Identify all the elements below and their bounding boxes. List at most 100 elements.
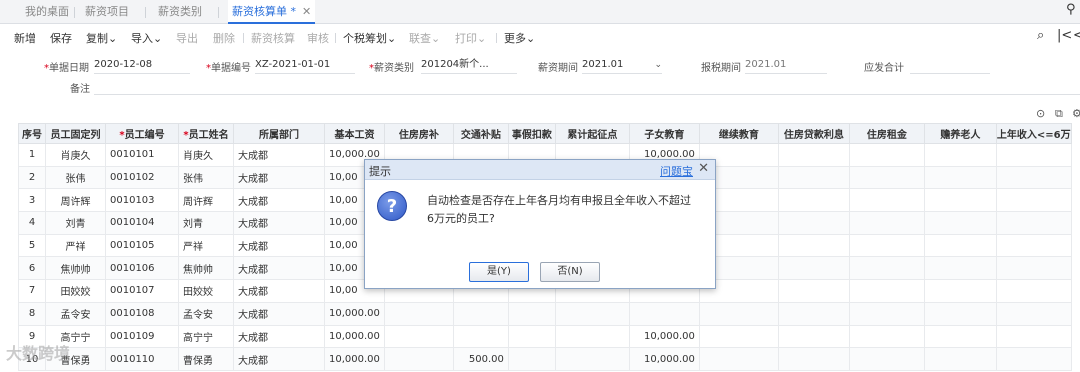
total-field[interactable] [910, 58, 990, 74]
cell-dept[interactable]: 大成都 [233, 301, 325, 326]
cell-traffic[interactable]: 500.00 [452, 347, 509, 371]
cell-empty[interactable] [383, 301, 454, 326]
cell-seq[interactable]: 1 [18, 143, 46, 167]
cell-empty[interactable] [383, 347, 454, 371]
cell-empty[interactable] [698, 324, 779, 349]
cell-salary[interactable]: 10,000.00 [324, 324, 385, 349]
cell-empty[interactable] [995, 165, 1072, 190]
table-row[interactable]: 10 曹保勇 0010110 曹保勇 大成都 10,000.00 500.00 10,000.… [18, 347, 1072, 371]
cell-seq[interactable]: 2 [18, 165, 46, 190]
cell-empty[interactable] [848, 233, 925, 258]
save-button[interactable]: 保存 [50, 30, 72, 46]
cell-empty[interactable] [777, 347, 850, 371]
table-row[interactable]: 8 孟令安 0010108 孟令安 大成都 10,000.00 [18, 301, 1072, 326]
search-icon[interactable]: ⚲ [1066, 2, 1080, 22]
cell-empty[interactable] [848, 324, 925, 349]
cell-empty[interactable] [995, 188, 1072, 213]
cell-dept[interactable]: 大成都 [233, 188, 325, 213]
cell-empty[interactable] [777, 279, 850, 303]
number-field[interactable]: XZ-2021-01-01 [255, 58, 355, 74]
col-dept[interactable]: 所属部门 [233, 123, 325, 144]
cell-empty[interactable] [923, 324, 997, 349]
cell-empty[interactable] [507, 347, 556, 371]
cell-empty[interactable] [923, 233, 997, 258]
cell-empty[interactable] [995, 324, 1072, 349]
copy-icon[interactable]: ⧉ [1055, 107, 1063, 121]
tab-salary-calc[interactable]: 薪资核算单 * ✕ [228, 0, 316, 24]
cell-empty[interactable] [777, 165, 850, 190]
locate-icon[interactable]: ⌕ [1037, 28, 1044, 43]
cell-empty[interactable] [995, 279, 1072, 303]
cell-empty[interactable] [777, 256, 850, 281]
col-seq[interactable]: 序号 [18, 123, 46, 144]
import-button[interactable]: 导入⌄ [131, 30, 162, 46]
no-button[interactable]: 否(N) [540, 262, 600, 282]
cell-seq[interactable]: 7 [18, 279, 46, 303]
prev-page-icon[interactable]: < [1073, 28, 1080, 43]
cell-empty[interactable] [777, 143, 850, 167]
tab-salary-items[interactable]: 薪资项目 [85, 0, 129, 24]
category-field[interactable]: 201204新个... [421, 58, 517, 74]
cell-traffic[interactable] [452, 324, 509, 349]
col-name[interactable]: *员工姓名 [178, 123, 234, 144]
cell-empty[interactable] [848, 211, 925, 235]
cell-empty[interactable] [995, 256, 1072, 281]
cell-fixed[interactable]: 肖庚久 [45, 143, 106, 167]
cell-traffic[interactable] [452, 301, 509, 326]
col-last-income[interactable]: 上年收入<=6万 [995, 123, 1072, 144]
cell-code[interactable]: 0010109 [105, 324, 179, 349]
cell-empty[interactable] [777, 233, 850, 258]
col-child-edu[interactable]: 子女教育 [628, 123, 700, 144]
cell-name[interactable]: 刘青 [178, 211, 234, 235]
cell-seq[interactable]: 3 [18, 188, 46, 213]
cell-fixed[interactable]: 张伟 [45, 165, 106, 190]
close-icon[interactable]: ✕ [698, 161, 709, 176]
cell-empty[interactable] [848, 143, 925, 167]
cell-seq[interactable]: 6 [18, 256, 46, 281]
cell-name[interactable]: 焦帅帅 [178, 256, 234, 281]
period-select[interactable]: 2021.01 ⌄ [582, 58, 662, 74]
yes-button[interactable]: 是(Y) [469, 262, 529, 282]
cell-salary[interactable]: 10,000.00 [324, 347, 385, 371]
cell-code[interactable]: 0010101 [105, 143, 179, 167]
export-button[interactable]: 导出 [176, 30, 198, 46]
cell-empty[interactable] [507, 324, 556, 349]
cell-code[interactable]: 0010106 [105, 256, 179, 281]
col-salary[interactable]: 基本工资 [324, 123, 385, 144]
tab-desktop[interactable]: 我的桌面 [25, 0, 69, 24]
cell-empty[interactable] [507, 301, 556, 326]
cell-empty[interactable] [777, 188, 850, 213]
cell-name[interactable]: 孟令安 [178, 301, 234, 326]
col-cont-edu[interactable]: 继续教育 [698, 123, 779, 144]
copy-button[interactable]: 复制⌄ [86, 30, 117, 46]
cell-child[interactable] [628, 301, 700, 326]
cell-fixed[interactable]: 焦帅帅 [45, 256, 106, 281]
cell-empty[interactable] [923, 188, 997, 213]
print-button[interactable]: 打印⌄ [455, 30, 486, 46]
date-field[interactable]: 2020-12-08 [94, 58, 190, 74]
cell-code[interactable]: 0010104 [105, 211, 179, 235]
cell-empty[interactable] [848, 256, 925, 281]
cell-name[interactable]: 曹保勇 [178, 347, 234, 371]
location-pin-icon[interactable]: ⊙ [1036, 107, 1045, 120]
col-mortgage[interactable]: 住房贷款利息 [777, 123, 850, 144]
cell-empty[interactable] [383, 324, 454, 349]
cell-empty[interactable] [995, 143, 1072, 167]
audit-button[interactable]: 审核 [307, 30, 329, 46]
cell-empty[interactable] [554, 324, 630, 349]
cell-empty[interactable] [848, 301, 925, 326]
cell-name[interactable]: 周许辉 [178, 188, 234, 213]
tab-salary-category[interactable]: 薪资类别 [158, 0, 202, 24]
col-rent[interactable]: 住房租金 [848, 123, 925, 144]
cell-seq[interactable]: 4 [18, 211, 46, 235]
cell-empty[interactable] [995, 301, 1072, 326]
tax-period-field[interactable]: 2021.01 [745, 58, 827, 74]
cell-name[interactable]: 高宁宁 [178, 324, 234, 349]
cell-empty[interactable] [923, 211, 997, 235]
cell-code[interactable]: 0010108 [105, 301, 179, 326]
cell-fixed[interactable]: 周许辉 [45, 188, 106, 213]
chevron-down-icon[interactable]: ⌄ [654, 58, 662, 72]
cell-empty[interactable] [848, 347, 925, 371]
col-code[interactable]: *员工编号 [105, 123, 179, 144]
cell-empty[interactable] [777, 301, 850, 326]
